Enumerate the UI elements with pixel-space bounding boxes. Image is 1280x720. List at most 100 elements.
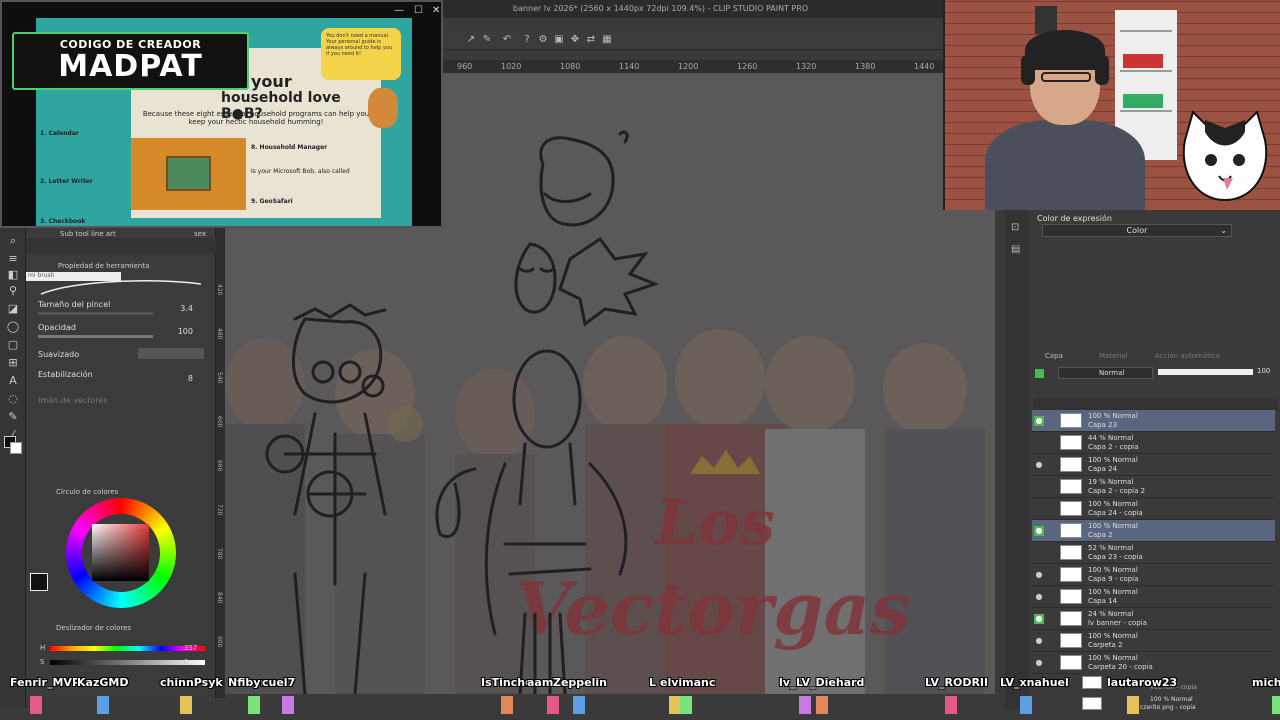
crop-icon[interactable]: ▣ [553, 34, 565, 46]
creator-code: MADPAT [58, 49, 203, 84]
horizontal-ruler: 960 1020 1080 1140 1200 1260 1320 1380 1… [443, 60, 943, 74]
saturation-slider[interactable] [50, 660, 205, 665]
blend-mode-select[interactable]: Normal [1058, 367, 1153, 379]
eraser-icon[interactable]: ◧ [6, 268, 20, 282]
ruler-tick: 600 [216, 416, 223, 428]
current-color-swatch[interactable] [30, 573, 48, 591]
sub-color-swatch[interactable] [10, 442, 22, 454]
layer-thumb [1060, 523, 1082, 538]
layer-row[interactable]: ● 24 % Normal lv banner - copia [1032, 608, 1275, 630]
layer-mode: 100 % Normal [1088, 566, 1138, 574]
eye-icon[interactable]: ● [1034, 658, 1044, 668]
layer-row[interactable]: 44 % Normal Capa 2 - copia [1032, 432, 1275, 454]
chat-username: IsTincho [481, 676, 533, 689]
layer-row[interactable]: ● 100 % Normal Carpeta 20 - copia [1032, 652, 1275, 674]
eye-icon[interactable]: ● [1034, 614, 1044, 624]
undo-icon[interactable]: ↶ [501, 34, 513, 46]
stabilization-value[interactable]: 8 [188, 374, 193, 383]
eye-icon[interactable] [1034, 548, 1044, 558]
color-saturation-square[interactable] [92, 524, 149, 581]
eye-icon[interactable]: ● [1034, 460, 1044, 470]
minimize-icon[interactable]: — [394, 5, 404, 16]
opacity-value[interactable]: 100 [178, 327, 193, 336]
settings-icon[interactable]: ⚙ [537, 34, 549, 46]
ruler-tool-icon[interactable]: ⊞ [6, 356, 20, 370]
ruler-tick: 660 [216, 460, 223, 472]
navigator-icon[interactable]: ⊡ [1011, 222, 1019, 233]
chat-avatar-sprite [573, 696, 585, 714]
chat-username: lv_ [779, 676, 796, 689]
layer-color-icon[interactable] [1035, 369, 1044, 378]
shape-icon[interactable]: ▢ [6, 338, 20, 352]
layer-row[interactable]: 52 % Normal Capa 23 - copia [1032, 542, 1275, 564]
ruler-tick: 780 [216, 548, 223, 560]
subtool-extra: sex [194, 230, 206, 238]
brush-size-value[interactable]: 3.4 [180, 304, 193, 313]
layer-row[interactable]: ● 100 % Normal Capa 23 [1032, 410, 1275, 432]
layer-row[interactable]: 100 % Normal Capa 24 - copia [1032, 498, 1275, 520]
ruler-tick: 1440 [914, 62, 935, 71]
layer-mode: 100 % Normal [1088, 522, 1138, 530]
layer-thumb [1060, 435, 1082, 450]
eye-icon[interactable]: ● [1034, 636, 1044, 646]
text-tool-icon[interactable]: A [6, 374, 20, 388]
hand-icon[interactable]: ≡ [6, 252, 20, 266]
eye-icon[interactable] [1034, 504, 1044, 514]
layer-row[interactable]: ● 100 % Normal Capa 2 [1032, 520, 1275, 542]
grid-icon[interactable]: ▦ [601, 34, 613, 46]
layer-opacity-value[interactable]: 100 [1257, 367, 1270, 375]
balloon-icon[interactable]: ◌ [6, 392, 20, 406]
tab-material[interactable]: Material [1099, 352, 1127, 360]
opacity-slider[interactable] [38, 335, 153, 338]
chat-username: L [649, 676, 657, 689]
layer-property-icon[interactable]: ▤ [1011, 244, 1020, 255]
tab-layer[interactable]: Capa [1045, 352, 1063, 360]
eye-icon[interactable]: ● [1034, 570, 1044, 580]
right-panels: ⊡ ▤ Color de expresión Color ⌄ Capa Mate… [995, 210, 1280, 710]
layer-row[interactable]: ● 100 % Normal Capa 24 [1032, 454, 1275, 476]
layer-row[interactable]: ● 100 % Normal Capa 9 - copia [1032, 564, 1275, 586]
tab-auto-action[interactable]: Acción automática [1155, 352, 1220, 360]
lasso-icon[interactable]: ◯ [6, 320, 20, 334]
flip-icon[interactable]: ⇄ [585, 34, 597, 46]
layer-row[interactable]: ● 100 % Normal Capa 14 [1032, 586, 1275, 608]
maximize-icon[interactable]: ☐ [414, 5, 423, 16]
chat-username: KazGMD [77, 676, 129, 689]
eye-icon[interactable]: ● [1034, 416, 1044, 426]
subtool-list[interactable] [26, 238, 216, 254]
move-icon[interactable]: ✥ [569, 34, 581, 46]
chat-avatar-sprite [501, 696, 513, 714]
hue-value[interactable]: 357 [184, 644, 197, 652]
chat-username: chinnPsyk [160, 676, 223, 689]
eyedropper-icon[interactable]: ⚲ [6, 284, 20, 298]
eye-icon[interactable]: ● [1034, 526, 1044, 536]
ruler-tick: 1140 [619, 62, 640, 71]
chat-username: mich [1252, 676, 1280, 689]
help-icon[interactable]: ? [521, 34, 533, 46]
correct-line-icon[interactable]: ✎ [6, 410, 20, 424]
eye-icon[interactable]: ● [1034, 592, 1044, 602]
chat-avatar-sprite [945, 696, 957, 714]
layer-thumb [1060, 479, 1082, 494]
color-wheel[interactable] [66, 498, 176, 608]
zoom-icon[interactable]: ⌕ [6, 234, 20, 248]
select-arrow-icon[interactable]: ↗ [465, 34, 477, 46]
s-value[interactable]: 0 [184, 658, 188, 666]
layer-opacity-slider[interactable] [1158, 369, 1253, 375]
layer-row[interactable]: 19 % Normal Capa 2 - copia 2 [1032, 476, 1275, 498]
smoothing-options[interactable] [138, 348, 204, 359]
brush-size-slider[interactable] [38, 312, 153, 315]
pen-icon[interactable]: ✎ [481, 34, 493, 46]
ruler-tick: 1020 [501, 62, 522, 71]
layer-thumb [1060, 655, 1082, 670]
color-expression-select[interactable]: Color ⌄ [1042, 224, 1232, 237]
eye-icon[interactable] [1034, 482, 1044, 492]
chat-username: elvimanc [660, 676, 716, 689]
eye-icon[interactable] [1034, 438, 1044, 448]
layer-row[interactable]: ● 100 % Normal Carpeta 2 [1032, 630, 1275, 652]
layer-mode: 100 % Normal [1088, 588, 1138, 596]
layer-mode: 100 % Normal [1088, 632, 1138, 640]
hue-slider[interactable] [50, 646, 205, 651]
close-icon[interactable]: ✕ [432, 5, 440, 16]
fill-icon[interactable]: ◪ [6, 302, 20, 316]
